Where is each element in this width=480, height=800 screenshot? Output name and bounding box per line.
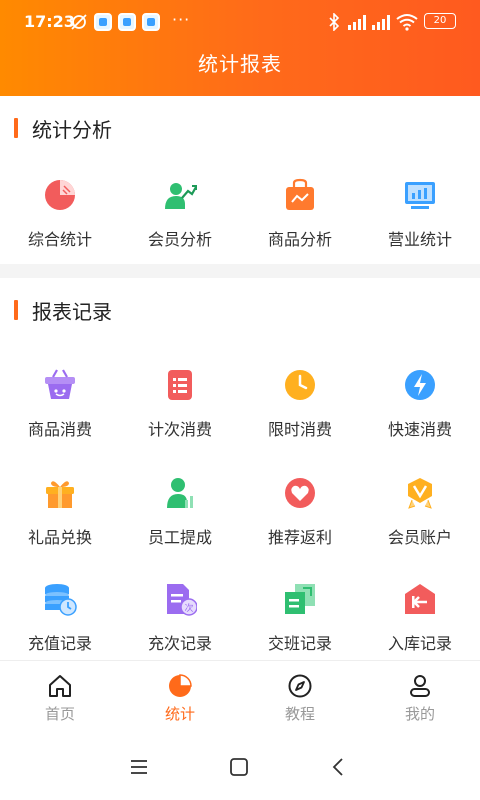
home-icon (47, 673, 73, 699)
system-navigation-bar (0, 732, 480, 800)
grid-item-stock-in-record[interactable]: 入库记录 (360, 582, 480, 654)
app-notification-icon (118, 13, 136, 31)
status-time: 17:23 (24, 12, 75, 31)
tab-mine[interactable]: 我的 (360, 673, 480, 724)
grid-item-employee-commission[interactable]: 员工提成 (120, 476, 240, 548)
app-notification-icon (142, 13, 160, 31)
page-title: 统计报表 (198, 52, 282, 76)
signal-hd-icon (346, 13, 366, 35)
pie-chart-icon (43, 178, 77, 212)
user-icon (407, 673, 433, 699)
app-header: 17:23 ··· 20 统计报表 (0, 0, 480, 96)
back-icon[interactable] (328, 756, 350, 778)
app-notification-icon (94, 13, 112, 31)
grid-item-label: 交班记录 (267, 634, 332, 653)
reports-section-title: 报表记录 (14, 298, 112, 324)
grid-item-label: 推荐返利 (267, 528, 332, 547)
grid-item-product-analysis[interactable]: 商品分析 (240, 178, 360, 250)
battery-icon: 20 (424, 13, 456, 29)
shift-exchange-icon (283, 582, 317, 616)
grid-item-label: 会员账户 (387, 528, 452, 547)
grid-item-label: 营业统计 (387, 230, 452, 249)
grid-item-member-analysis[interactable]: 会员分析 (120, 178, 240, 250)
grid-item-label: 充次记录 (147, 634, 212, 653)
grid-item-label: 综合统计 (27, 230, 92, 249)
tab-label: 我的 (404, 705, 435, 723)
employee-icon (163, 476, 197, 510)
tab-label: 首页 (44, 705, 75, 723)
section-accent-bar (14, 300, 18, 320)
grid-item-label: 员工提成 (147, 528, 212, 547)
analysis-section: 统计分析 综合统计 会员分析 商品分析 营业统计 (0, 96, 480, 264)
grid-item-referral-rebate[interactable]: 推荐返利 (240, 476, 360, 548)
lightning-icon (403, 368, 437, 402)
grid-item-recharge-record[interactable]: 充值记录 (0, 582, 120, 654)
vip-badge-icon (403, 476, 437, 510)
grid-item-label: 限时消费 (267, 420, 332, 439)
grid-item-label: 会员分析 (147, 230, 212, 249)
warehouse-in-icon (403, 582, 437, 616)
basket-icon (43, 368, 77, 402)
grid-item-label: 计次消费 (147, 420, 212, 439)
grid-item-label: 商品分析 (267, 230, 332, 249)
member-growth-icon (163, 178, 197, 212)
signal-hd-icon (370, 13, 390, 35)
bluetooth-icon (328, 12, 340, 35)
section-title-text: 报表记录 (32, 299, 112, 324)
database-clock-icon (43, 582, 77, 616)
wifi-icon (396, 13, 418, 35)
analysis-section-title: 统计分析 (14, 116, 112, 142)
gift-icon (43, 476, 77, 510)
grid-item-gift-exchange[interactable]: 礼品兑换 (0, 476, 120, 548)
compass-icon (287, 673, 313, 699)
monitor-chart-icon (403, 178, 437, 212)
tab-stats[interactable]: 统计 (120, 673, 240, 724)
tab-label: 教程 (284, 705, 315, 723)
home-square-icon[interactable] (228, 756, 250, 778)
svg-text:次: 次 (184, 602, 193, 614)
menu-icon[interactable] (128, 756, 150, 778)
grid-item-timed-consumption[interactable]: 限时消费 (240, 368, 360, 440)
grid-item-label: 商品消费 (27, 420, 92, 439)
grid-item-label: 充值记录 (27, 634, 92, 653)
section-divider (0, 264, 480, 278)
grid-item-count-consumption[interactable]: 计次消费 (120, 368, 240, 440)
doc-times-icon: 次 (163, 582, 198, 616)
more-notifications-icon: ··· (172, 10, 191, 29)
bottom-tab-bar: 首页 统计 教程 我的 (0, 660, 480, 732)
section-title-text: 统计分析 (32, 117, 112, 142)
grid-item-comprehensive-stats[interactable]: 综合统计 (0, 178, 120, 250)
grid-item-recharge-times-record[interactable]: 次 充次记录 (120, 582, 240, 654)
clock-icon (283, 368, 317, 402)
heart-icon (283, 476, 317, 510)
grid-item-member-account[interactable]: 会员账户 (360, 476, 480, 548)
tab-tutorial[interactable]: 教程 (240, 673, 360, 724)
tab-home[interactable]: 首页 (0, 673, 120, 724)
grid-item-product-consumption[interactable]: 商品消费 (0, 368, 120, 440)
reports-section: 报表记录 商品消费 计次消费 限时消费 快速消费 礼品兑换 员工提成 推荐返利 … (0, 278, 480, 660)
grid-item-label: 快速消费 (387, 420, 452, 439)
status-bar: 17:23 ··· 20 (0, 0, 480, 44)
section-accent-bar (14, 118, 18, 138)
grid-item-shift-record[interactable]: 交班记录 (240, 582, 360, 654)
stats-pie-icon (167, 673, 193, 699)
grid-item-label: 入库记录 (387, 634, 452, 653)
grid-item-quick-consumption[interactable]: 快速消费 (360, 368, 480, 440)
alarm-off-icon (70, 13, 88, 35)
grid-item-label: 礼品兑换 (27, 528, 92, 547)
tab-label: 统计 (164, 705, 195, 723)
list-doc-icon (163, 368, 197, 402)
shopping-bag-icon (283, 178, 317, 212)
grid-item-business-stats[interactable]: 营业统计 (360, 178, 480, 250)
